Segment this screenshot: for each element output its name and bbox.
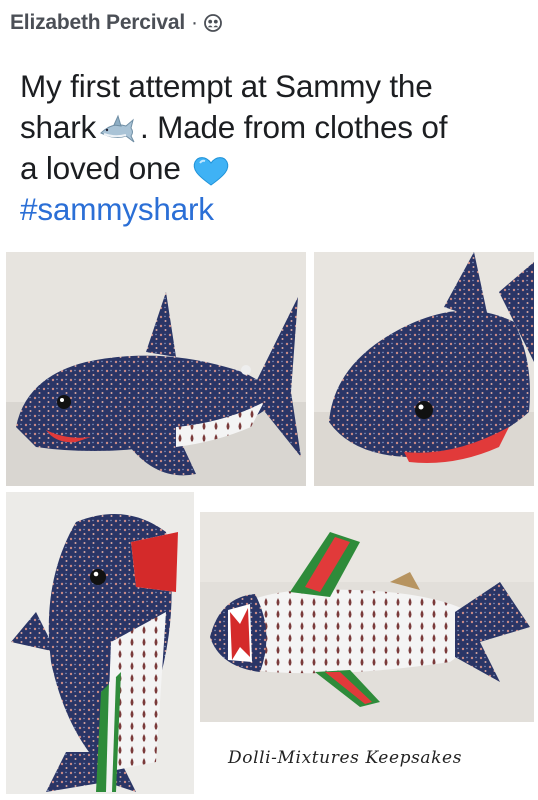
friends-icon[interactable] xyxy=(204,14,222,32)
photo-shark-front[interactable] xyxy=(314,252,534,486)
header-separator: · xyxy=(190,11,198,34)
blue-heart-emoji xyxy=(191,154,231,188)
post-line-1: My first attempt at Sammy the xyxy=(20,68,433,104)
post-line-2-start: shark xyxy=(20,109,97,145)
post-text: My first attempt at Sammy the shark . Ma… xyxy=(20,66,525,230)
photo-shark-belly[interactable] xyxy=(200,512,534,722)
author-name[interactable]: Elizabeth Percival xyxy=(10,11,185,35)
hashtag-link[interactable]: #sammyshark xyxy=(20,189,525,230)
post-line-3: a loved one xyxy=(20,148,525,189)
watermark: Dolli-Mixtures Keepsakes xyxy=(228,748,463,768)
post-line-2-end: . Made from clothes of xyxy=(140,109,448,145)
post-line-3-text: a loved one xyxy=(20,150,181,186)
post-header: Elizabeth Percival · xyxy=(10,8,222,38)
shark-emoji xyxy=(98,113,138,147)
photo-shark-vertical[interactable] xyxy=(6,492,194,794)
photo-shark-side[interactable] xyxy=(6,252,306,486)
post-line-2: shark . Made from clothes of xyxy=(20,107,525,148)
